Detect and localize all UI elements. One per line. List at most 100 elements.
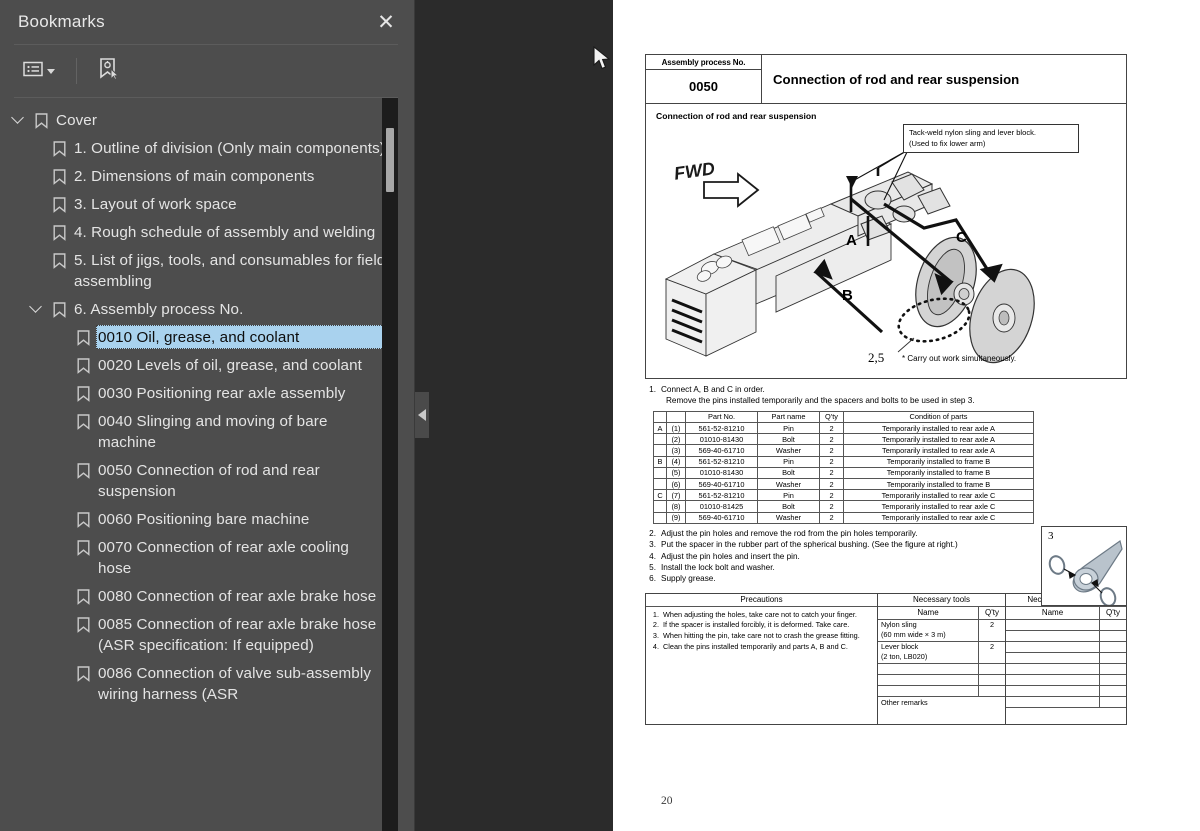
mouse-cursor bbox=[593, 46, 611, 70]
precaution-number: 4. bbox=[652, 641, 659, 651]
sidebar-scrollbar-thumb[interactable] bbox=[386, 128, 394, 192]
precaution-item: 4. Clean the pins installed temporarily a… bbox=[649, 642, 873, 652]
parts-col-header-0 bbox=[653, 410, 667, 424]
bookmark-icon bbox=[70, 458, 96, 479]
parts-cell-qty: 2 bbox=[819, 433, 844, 446]
detail-figure-number: 3 bbox=[1048, 530, 1054, 542]
bookmark-icon bbox=[70, 584, 96, 605]
equipment-qty bbox=[1100, 631, 1126, 641]
parts-cell-part_name: Bolt bbox=[757, 433, 820, 446]
equipment-subheader: Name Q'ty bbox=[1006, 606, 1126, 620]
simultaneous-note: * Carry out work simultaneously. bbox=[902, 354, 1017, 363]
bookmark-label: 2. Dimensions of main components bbox=[74, 168, 315, 185]
spacer-detail-illustration bbox=[1048, 540, 1123, 605]
step-number: 6. bbox=[649, 574, 656, 584]
step-subtext: Remove the pins installed temporarily an… bbox=[666, 396, 975, 406]
list-options-icon bbox=[23, 61, 43, 82]
twisty-spacer bbox=[48, 535, 70, 542]
twisty-spacer bbox=[48, 325, 70, 332]
tool-qty bbox=[979, 686, 1005, 696]
bookmark-item-13[interactable]: 0070 Connection of rear axle cooling hos… bbox=[0, 533, 398, 582]
equipment-row bbox=[1006, 696, 1126, 708]
equipment-row bbox=[1006, 652, 1126, 664]
parts-cell-idx: (6) bbox=[666, 477, 686, 491]
equipment-rows bbox=[1006, 619, 1126, 708]
parts-cell-idx: (9) bbox=[666, 511, 686, 524]
chevron-down-icon[interactable] bbox=[6, 108, 28, 124]
bookmark-label: Cover bbox=[56, 112, 98, 129]
tool-row bbox=[878, 685, 1005, 697]
twisty-spacer bbox=[48, 507, 70, 514]
tool-name: Nylon sling (60 mm wide × 3 m) bbox=[878, 619, 979, 641]
bookmark-item-11[interactable]: 0050 Connection of rod and rear suspensi… bbox=[0, 456, 398, 505]
parts-table: Part No. Part name Q'ty Condition of parts … bbox=[653, 410, 1034, 524]
parts-cell-condition: Temporarily installed to rear axle A bbox=[843, 421, 1034, 435]
parts-cell-qty: 2 bbox=[819, 489, 844, 502]
equipment-name bbox=[1006, 663, 1100, 674]
close-icon[interactable]: ✕ bbox=[372, 8, 400, 36]
process-no-value: 0050 bbox=[689, 79, 718, 94]
bookmark-item-15[interactable]: 0085 Connection of rear axle brake hose … bbox=[0, 610, 398, 659]
add-bookmark-button[interactable] bbox=[93, 53, 125, 90]
tools-qty-header: Q'ty bbox=[985, 608, 999, 618]
parts-cell-part_no: 561-52-81210 bbox=[685, 489, 758, 502]
bookmark-item-2[interactable]: 2. Dimensions of main components bbox=[0, 162, 398, 190]
bookmark-item-8[interactable]: 0020 Levels of oil, grease, and coolant bbox=[0, 351, 398, 379]
parts-cell-qty: 2 bbox=[819, 466, 844, 479]
parts-table-row: (5) 01010-81430 Bolt 2 Temporarily installed… bbox=[653, 466, 1034, 479]
parts-cell-condition: Temporarily installed to rear axle A bbox=[843, 444, 1034, 457]
page-number: 20 bbox=[661, 795, 673, 807]
bookmark-icon bbox=[70, 325, 96, 346]
bookmark-item-6[interactable]: 6. Assembly process No. bbox=[0, 295, 398, 323]
bottom-table: Precautions 1. When adjusting the holes, … bbox=[645, 592, 1127, 725]
parts-col-header-1 bbox=[666, 410, 686, 424]
bookmarks-panel: Bookmarks ✕ Cover 1. Outline of division… bbox=[0, 0, 415, 831]
equipment-column: Necessary equipment Name Q'ty bbox=[1006, 594, 1126, 724]
bookmark-item-12[interactable]: 0060 Positioning bare machine bbox=[0, 505, 398, 533]
chevron-down-icon[interactable] bbox=[24, 297, 46, 313]
bookmark-item-1[interactable]: 1. Outline of division (Only main compon… bbox=[0, 134, 398, 162]
tool-name bbox=[878, 663, 979, 674]
parts-cell-condition: Temporarily installed to rear axle C bbox=[843, 489, 1034, 502]
parts-cell-part_name: Bolt bbox=[757, 466, 820, 479]
tools-header: Necessary tools bbox=[878, 594, 1005, 607]
bookmark-item-5[interactable]: 5. List of jigs, tools, and consumables … bbox=[0, 246, 398, 295]
bookmark-item-16[interactable]: 0086 Connection of valve sub-assembly wi… bbox=[0, 659, 398, 708]
twisty-spacer bbox=[48, 353, 70, 360]
chevron-down-icon bbox=[47, 68, 55, 74]
bookmark-label: 0086 Connection of valve sub-assembly wi… bbox=[98, 665, 372, 703]
bookmark-label: 0030 Positioning rear axle assembly bbox=[98, 385, 346, 402]
sidebar-scrollbar[interactable] bbox=[382, 98, 398, 831]
bookmark-tree[interactable]: Cover 1. Outline of division (Only main c… bbox=[0, 98, 398, 831]
bookmark-icon bbox=[70, 409, 96, 430]
bookmark-item-14[interactable]: 0080 Connection of rear axle brake hose bbox=[0, 582, 398, 610]
detail-figure: 3 bbox=[1041, 526, 1127, 606]
parts-cell-part_name: Washer bbox=[757, 444, 820, 457]
parts-table-row: (2) 01010-81430 Bolt 2 Temporarily installed… bbox=[653, 433, 1034, 446]
equipment-name bbox=[1006, 674, 1100, 685]
parts-cell-part_name: Pin bbox=[757, 489, 820, 502]
twisty-spacer bbox=[48, 381, 70, 388]
sidebar-right-rail bbox=[398, 0, 414, 831]
parts-cell-part_name: Bolt bbox=[757, 500, 820, 513]
tool-qty bbox=[979, 675, 1005, 685]
twisty-spacer bbox=[24, 136, 46, 143]
bookmark-item-0[interactable]: Cover bbox=[0, 106, 398, 134]
precaution-number: 1. bbox=[652, 609, 659, 619]
bookmark-options-button[interactable] bbox=[18, 57, 60, 86]
bookmark-item-4[interactable]: 4. Rough schedule of assembly and weldin… bbox=[0, 218, 398, 246]
panel-title: Bookmarks bbox=[18, 12, 105, 31]
other-remarks: Other remarks bbox=[881, 697, 928, 707]
parts-col-header-3: Part name bbox=[757, 410, 820, 424]
bookmark-item-7[interactable]: 0010 Oil, grease, and coolant bbox=[0, 323, 398, 351]
equipment-qty bbox=[1100, 664, 1126, 674]
bookmark-item-10[interactable]: 0040 Slinging and moving of bare machine bbox=[0, 407, 398, 456]
panel-collapse-handle[interactable] bbox=[415, 392, 429, 438]
precaution-text: When hitting the pin, take care not to c… bbox=[663, 631, 860, 641]
step-number: 2. bbox=[649, 528, 656, 538]
bookmark-item-3[interactable]: 3. Layout of work space bbox=[0, 190, 398, 218]
twisty-spacer bbox=[48, 584, 70, 591]
bookmark-item-9[interactable]: 0030 Positioning rear axle assembly bbox=[0, 379, 398, 407]
bookmark-label: 3. Layout of work space bbox=[74, 196, 237, 213]
parts-cell-idx: (8) bbox=[666, 500, 686, 513]
